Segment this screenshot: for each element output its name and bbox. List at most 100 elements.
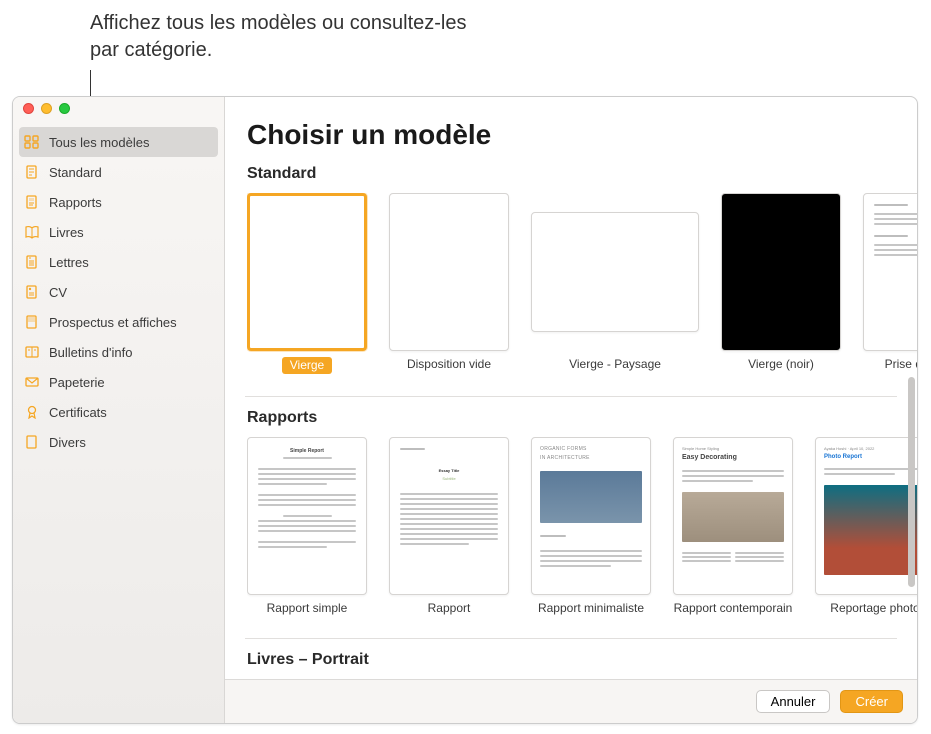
thumb-title: Easy Decorating	[682, 454, 784, 461]
template-thumb	[531, 212, 699, 332]
sidebar-item-books[interactable]: Livres	[13, 217, 224, 247]
thumb-subtitle: Subtitle	[400, 476, 498, 481]
callout-text: Affichez tous les modèles ou consultez-l…	[90, 10, 470, 64]
zoom-button[interactable]	[59, 103, 70, 114]
section-livres: Livres – Portrait Le contenu peut être r…	[247, 651, 917, 679]
certificate-icon	[23, 404, 41, 420]
section-heading-standard: Standard	[247, 165, 917, 183]
misc-icon	[23, 434, 41, 450]
template-label: Vierge - Paysage	[569, 357, 661, 372]
sidebar-item-label: Certificats	[49, 405, 107, 420]
thumb-image	[824, 485, 917, 575]
sidebar: Tous les modèles Standard Rapports Livre…	[13, 97, 225, 723]
minimize-button[interactable]	[41, 103, 52, 114]
section-heading-livres: Livres – Portrait	[247, 651, 917, 669]
template-thumb: Ayaka Hoshi · April 10, 2022 Photo Repor…	[815, 437, 917, 595]
sidebar-item-reports[interactable]: Rapports	[13, 187, 224, 217]
content-scroll[interactable]: Choisir un modèle Standard Vierge Dispos…	[225, 97, 917, 679]
create-button[interactable]: Créer	[840, 690, 903, 713]
grid-icon	[23, 134, 41, 150]
sidebar-item-label: Divers	[49, 435, 86, 450]
thumb-image	[682, 492, 784, 542]
section-heading-rapports: Rapports	[247, 409, 917, 427]
template-vierge[interactable]: Vierge	[247, 193, 367, 374]
sidebar-item-label: Rapports	[49, 195, 102, 210]
section-divider	[245, 638, 897, 639]
template-label: Rapport minimaliste	[538, 601, 644, 616]
template-row-standard: Vierge Disposition vide Vierge - Paysage…	[247, 193, 917, 378]
template-label: Disposition vide	[407, 357, 491, 372]
thumb-line1: ORGANIC FORMS	[540, 446, 642, 452]
thumb-image	[540, 471, 642, 523]
template-vierge-paysage[interactable]: Vierge - Paysage	[531, 193, 699, 374]
template-disposition-vide[interactable]: Disposition vide	[389, 193, 509, 374]
document-icon	[23, 164, 41, 180]
sidebar-item-letters[interactable]: Lettres	[13, 247, 224, 277]
template-rapport[interactable]: Essay Title Subtitle Rapport	[389, 437, 509, 616]
sidebar-item-label: Prospectus et affiches	[49, 315, 177, 330]
sidebar-item-label: Standard	[49, 165, 102, 180]
template-thumb	[863, 193, 917, 351]
template-label: Rapport contemporain	[674, 601, 793, 616]
sidebar-item-flyers[interactable]: Prospectus et affiches	[13, 307, 224, 337]
thumb-title: Simple Report	[258, 448, 356, 454]
template-label: Reportage photo	[830, 601, 917, 616]
template-label: Vierge	[282, 357, 332, 374]
report-icon	[23, 194, 41, 210]
newsletter-icon	[23, 344, 41, 360]
template-vierge-noir[interactable]: Vierge (noir)	[721, 193, 841, 374]
template-rapport-minimaliste[interactable]: ORGANIC FORMS IN ARCHITECTURE Rapport mi…	[531, 437, 651, 616]
cv-icon	[23, 284, 41, 300]
sidebar-item-label: CV	[49, 285, 67, 300]
template-label: Prise de notes	[885, 357, 917, 372]
page-title: Choisir un modèle	[247, 119, 917, 151]
letter-icon	[23, 254, 41, 270]
window-titlebar	[13, 97, 917, 119]
template-label: Rapport	[428, 601, 471, 616]
sidebar-item-stationery[interactable]: Papeterie	[13, 367, 224, 397]
vertical-scrollbar[interactable]	[908, 377, 915, 587]
sidebar-item-label: Tous les modèles	[49, 135, 149, 150]
template-chooser-window: Tous les modèles Standard Rapports Livre…	[12, 96, 918, 724]
sidebar-item-newsletters[interactable]: Bulletins d'info	[13, 337, 224, 367]
thumb-overline: Simple Home Styling	[682, 446, 784, 451]
template-thumb: ORGANIC FORMS IN ARCHITECTURE	[531, 437, 651, 595]
sidebar-item-label: Papeterie	[49, 375, 105, 390]
book-icon	[23, 224, 41, 240]
sidebar-item-all-templates[interactable]: Tous les modèles	[19, 127, 218, 157]
template-label: Vierge (noir)	[748, 357, 814, 372]
thumb-meta: Ayaka Hoshi · April 10, 2022	[824, 446, 917, 451]
cancel-button[interactable]: Annuler	[756, 690, 831, 713]
sidebar-list: Tous les modèles Standard Rapports Livre…	[13, 127, 224, 457]
template-rapport-contemporain[interactable]: Simple Home Styling Easy Decorating	[673, 437, 793, 616]
template-thumb	[247, 193, 367, 351]
sidebar-item-label: Lettres	[49, 255, 89, 270]
poster-icon	[23, 314, 41, 330]
section-rapports: Rapports Simple Report	[247, 409, 917, 620]
section-divider	[245, 396, 897, 397]
section-standard: Standard Vierge Disposition vide Vierge …	[247, 165, 917, 378]
template-thumb: Simple Home Styling Easy Decorating	[673, 437, 793, 595]
template-rapport-simple[interactable]: Simple Report Rapport sim	[247, 437, 367, 616]
sidebar-item-label: Bulletins d'info	[49, 345, 132, 360]
template-thumb	[389, 193, 509, 351]
stationery-icon	[23, 374, 41, 390]
template-label: Rapport simple	[267, 601, 348, 616]
template-thumb	[721, 193, 841, 351]
template-thumb: Essay Title Subtitle	[389, 437, 509, 595]
content-area: Choisir un modèle Standard Vierge Dispos…	[225, 97, 917, 723]
sidebar-item-cv[interactable]: CV	[13, 277, 224, 307]
thumb-title: Essay Title	[400, 468, 498, 473]
thumb-line2: IN ARCHITECTURE	[540, 455, 642, 461]
thumb-title: Photo Report	[824, 454, 917, 460]
sidebar-item-standard[interactable]: Standard	[13, 157, 224, 187]
sidebar-item-label: Livres	[49, 225, 84, 240]
template-row-rapports: Simple Report Rapport sim	[247, 437, 917, 620]
close-button[interactable]	[23, 103, 34, 114]
template-thumb: Simple Report	[247, 437, 367, 595]
template-reportage-photo[interactable]: Ayaka Hoshi · April 10, 2022 Photo Repor…	[815, 437, 917, 616]
template-prise-de-notes[interactable]: Prise de notes	[863, 193, 917, 374]
sidebar-item-misc[interactable]: Divers	[13, 427, 224, 457]
sidebar-item-certificates[interactable]: Certificats	[13, 397, 224, 427]
footer: Annuler Créer	[225, 679, 917, 723]
